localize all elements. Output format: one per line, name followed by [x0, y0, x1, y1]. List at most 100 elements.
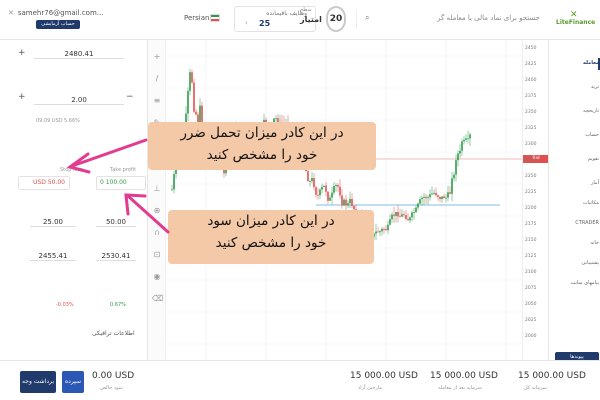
- candle-body: [333, 186, 335, 193]
- candle-body: [401, 214, 403, 217]
- close-icon[interactable]: ✕: [8, 9, 14, 17]
- price-tick: 2225: [525, 190, 537, 195]
- search-input[interactable]: جستجو برای نماد مالی یا معامله گر: [437, 14, 540, 22]
- zoom-icon[interactable]: ⊕: [152, 206, 162, 216]
- language-selector[interactable]: Persian: [184, 14, 209, 22]
- candle-body: [395, 212, 397, 216]
- price-tick: 2425: [525, 62, 537, 67]
- nav-ctrader[interactable]: CTRADER: [553, 220, 599, 226]
- logo[interactable]: ✕ LiteFinance: [556, 10, 595, 30]
- free-margin-label: مارجین آزاد: [358, 385, 383, 391]
- candle-body: [385, 229, 387, 231]
- price-tick: 2375: [525, 94, 537, 99]
- account-email[interactable]: ✕ samehr76@gmail.com...: [8, 9, 103, 17]
- stop-loss-percent: -0.03%: [56, 302, 74, 308]
- take-profit-price[interactable]: 2530.41: [96, 252, 136, 261]
- search-bar[interactable]: ⌕ جستجو برای نماد مالی یا معامله گر: [356, 10, 542, 28]
- price-tick: 2450: [525, 46, 537, 51]
- take-profit-amount[interactable]: 50.00: [96, 218, 136, 227]
- measure-icon[interactable]: ⊥: [152, 184, 162, 194]
- candle-body: [173, 174, 175, 190]
- candle-body: [337, 185, 339, 187]
- candle-body: [345, 199, 347, 206]
- quantity-input[interactable]: 2.00: [34, 96, 124, 105]
- nav-account[interactable]: حساب: [553, 132, 599, 138]
- candle-body: [353, 205, 355, 210]
- price-tick: 2350: [525, 110, 537, 115]
- stop-loss-callout: در این کادر میزان تحمل ضرر خود را مشخص ک…: [148, 122, 376, 170]
- stop-loss-label: Stop loss: [60, 167, 83, 173]
- lock-icon[interactable]: ⊡: [152, 250, 162, 260]
- take-profit-label: Take profit: [110, 167, 136, 173]
- candle-body: [443, 196, 445, 199]
- candle-body: [467, 138, 469, 140]
- level-badge[interactable]: 20: [326, 6, 346, 32]
- decrease-quantity-button[interactable]: −: [126, 92, 134, 102]
- candle-body: [437, 195, 439, 197]
- deposit-button[interactable]: سپرده: [62, 371, 84, 393]
- candle-body: [403, 214, 405, 216]
- nav-trade[interactable]: معامله: [553, 60, 599, 66]
- increase-quantity-button[interactable]: +: [18, 92, 26, 102]
- price-axis: Bid 2480.25 2450 2425 2400 2375 2350 2325 2300…: [522, 40, 549, 360]
- price-tick: 2175: [525, 222, 537, 227]
- price-tick: 2200: [525, 206, 537, 211]
- bottom-bar: برداشت وجه سپرده 0.00 USD سود خالص 15 00…: [0, 360, 600, 400]
- candle-body: [429, 194, 431, 198]
- line-tool-icon[interactable]: /: [152, 74, 162, 84]
- candle-body: [391, 214, 393, 220]
- candle-body: [189, 72, 191, 91]
- nav-messages[interactable]: مکاتبات: [553, 200, 599, 206]
- stop-loss-input[interactable]: USD 50.00: [18, 176, 70, 190]
- nav-history[interactable]: تاریخچه: [553, 108, 599, 114]
- candle-body: [419, 199, 421, 204]
- volume-input[interactable]: 2480.41: [34, 50, 124, 59]
- magnet-icon[interactable]: ∩: [152, 228, 162, 238]
- total-balance-value: 15 000.00 USD: [518, 371, 586, 381]
- candle-body: [453, 174, 455, 179]
- candle-body: [311, 178, 313, 182]
- score-label: امتیاز: [300, 15, 322, 24]
- withdraw-button[interactable]: برداشت وجه: [20, 371, 56, 393]
- price-chart[interactable]: [166, 40, 522, 360]
- search-icon: ⌕: [365, 13, 370, 22]
- candle-body: [421, 197, 423, 200]
- candle-body: [325, 185, 327, 192]
- price-tick: 2150: [525, 238, 537, 243]
- nav-site-messages[interactable]: پیامهای سایت: [553, 280, 599, 286]
- candle-body: [315, 187, 317, 195]
- candle-body: [447, 192, 449, 198]
- nav-calendar[interactable]: تقویم: [553, 156, 599, 162]
- decrease-volume-button[interactable]: +: [18, 48, 26, 58]
- nav-trading[interactable]: ترید: [553, 84, 599, 90]
- take-profit-input[interactable]: 0 100.00: [96, 176, 146, 190]
- stop-loss-price[interactable]: 2455.41: [30, 252, 76, 261]
- nav-stats[interactable]: آمار: [553, 180, 599, 186]
- candle-body: [187, 90, 189, 114]
- account-type-button[interactable]: حساب آزمایشی: [36, 20, 80, 29]
- free-margin-value: 15 000.00 USD: [350, 371, 418, 381]
- stop-loss-amount[interactable]: 25.00: [30, 218, 76, 227]
- price-tick: 2300: [525, 142, 537, 147]
- candle-body: [397, 212, 399, 217]
- candle-body: [193, 82, 195, 112]
- candle-body: [349, 198, 351, 204]
- cursor-icon[interactable]: +: [152, 52, 162, 62]
- market-info-link[interactable]: اطلاعات ترافیکی: [92, 330, 135, 337]
- candle-body: [399, 216, 401, 218]
- fib-tool-icon[interactable]: ≡: [152, 96, 162, 106]
- candle-body: [389, 219, 391, 225]
- candle-body: [465, 138, 467, 140]
- candle-body: [407, 219, 409, 221]
- trash-icon[interactable]: ⌫: [152, 294, 163, 304]
- nav-support[interactable]: پشتیبانی: [553, 260, 599, 266]
- candle-body: [463, 139, 465, 142]
- top-bar: ✕ samehr76@gmail.com... حساب آزمایشی Pers…: [0, 0, 600, 40]
- candle-body: [323, 185, 325, 187]
- nav-home[interactable]: خانه: [553, 240, 599, 246]
- candle-body: [375, 231, 377, 234]
- candle-body: [417, 203, 419, 208]
- candle-body: [275, 118, 277, 119]
- candle-body: [327, 191, 329, 201]
- eye-icon[interactable]: ◉: [152, 272, 162, 282]
